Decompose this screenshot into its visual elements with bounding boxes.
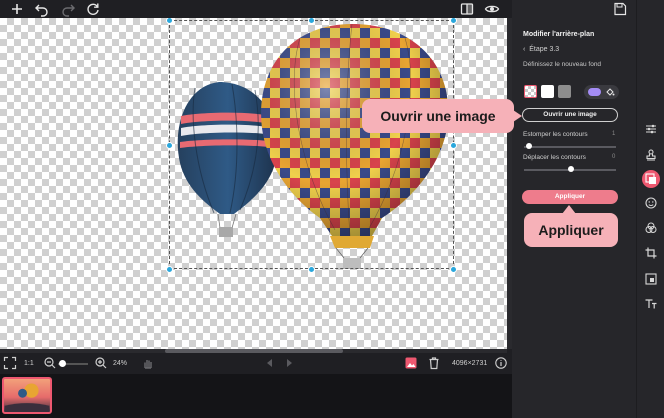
bottom-bar: 1:1 24% 4096×2731 (0, 353, 512, 374)
top-toolbar (0, 0, 512, 18)
text-tool-icon[interactable] (642, 295, 660, 313)
picked-color-pill (588, 88, 601, 96)
step-back-button[interactable]: ‹ Étape 3.3 (523, 46, 559, 53)
step-subtitle: Définissez le nouveau fond (523, 61, 602, 68)
shift-edges-label: Déplacer les contours (523, 154, 586, 161)
stamp-icon[interactable] (642, 146, 660, 164)
trash-icon[interactable] (427, 356, 441, 370)
paint-bucket-icon (606, 88, 615, 96)
shift-edges-value: 0 (612, 154, 616, 160)
save-icon[interactable] (612, 1, 628, 17)
resize-canvas-icon[interactable] (642, 270, 660, 288)
resize-handle-bottom-right[interactable] (450, 266, 457, 273)
zoom-slider-knob[interactable] (59, 360, 66, 367)
image-canvas[interactable] (0, 18, 507, 349)
plus-icon[interactable] (9, 1, 25, 17)
resize-handle-bottom-left[interactable] (166, 266, 173, 273)
swatch-gray[interactable] (558, 85, 571, 98)
selection-box[interactable] (169, 20, 454, 269)
blur-edges-slider[interactable] (524, 146, 616, 148)
actual-size-button[interactable]: 1:1 (24, 356, 34, 371)
previous-image-icon[interactable] (263, 356, 277, 370)
image-thumbnail[interactable] (2, 377, 52, 414)
step-label: Étape 3.3 (529, 46, 560, 53)
blur-edges-value: 1 (612, 131, 616, 137)
redo-icon[interactable] (60, 1, 76, 17)
filmstrip (0, 374, 512, 418)
shift-edges-knob[interactable] (568, 166, 574, 172)
fit-screen-icon[interactable] (3, 356, 17, 370)
reset-icon[interactable] (85, 1, 101, 17)
face-icon[interactable] (642, 194, 660, 212)
tools-sidebar (636, 0, 664, 418)
blur-edges-knob[interactable] (526, 143, 532, 149)
zoom-in-icon[interactable] (94, 356, 108, 370)
panel-title: Modifier l'arrière-plan (523, 31, 595, 38)
hand-tool-icon[interactable] (141, 356, 155, 370)
compare-icon[interactable] (459, 1, 475, 17)
blur-edges-label: Estomper les contours (523, 131, 588, 138)
crop-icon[interactable] (642, 244, 660, 262)
color-picker-button[interactable] (584, 85, 619, 99)
color-filters-icon[interactable] (642, 219, 660, 237)
swatch-transparent[interactable] (524, 85, 537, 98)
swatch-white[interactable] (541, 85, 554, 98)
resize-handle-right[interactable] (450, 142, 457, 149)
open-image-callout: Ouvrir une image (362, 99, 522, 133)
next-image-icon[interactable] (282, 356, 296, 370)
apply-button[interactable]: Appliquer (522, 190, 618, 204)
zoom-out-icon[interactable] (43, 356, 57, 370)
photo-editor-app: 1:1 24% 4096×2731 Modifier l'arrière-pla… (0, 0, 664, 418)
resize-handle-bottom[interactable] (308, 266, 315, 273)
open-image-button[interactable]: Ouvrir une image (522, 108, 618, 122)
image-dimensions: 4096×2731 (452, 360, 488, 367)
eye-icon[interactable] (484, 1, 500, 17)
zoom-level: 24% (113, 360, 128, 367)
resize-handle-left[interactable] (166, 142, 173, 149)
image-gallery-icon[interactable] (404, 356, 418, 370)
info-icon[interactable] (494, 356, 508, 370)
apply-callout: Appliquer (524, 205, 618, 247)
background-tool-icon[interactable] (642, 170, 660, 188)
adjust-sliders-icon[interactable] (642, 120, 660, 138)
undo-icon[interactable] (34, 1, 50, 17)
